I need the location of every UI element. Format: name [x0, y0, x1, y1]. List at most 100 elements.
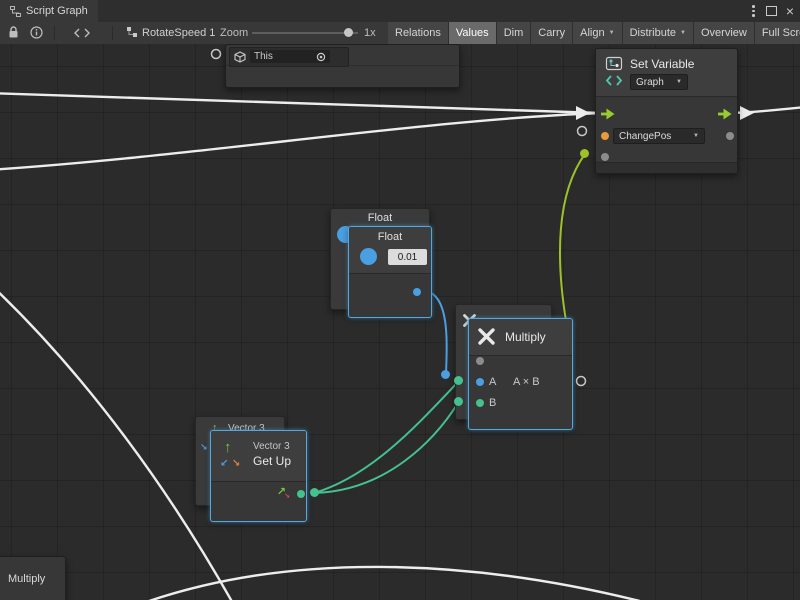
- align-dropdown-button[interactable]: Align ▼: [573, 22, 622, 44]
- unconnected-port[interactable]: [578, 127, 587, 136]
- edge-endpoint-dot[interactable]: [454, 397, 463, 406]
- values-label: Values: [456, 27, 489, 39]
- vector-edge-a[interactable]: [314, 382, 458, 493]
- input-port-a[interactable]: [476, 378, 484, 386]
- control-edge-out[interactable]: [728, 106, 800, 113]
- float-back-title: Float: [331, 209, 429, 227]
- input-port-b[interactable]: [476, 399, 484, 407]
- script-graph-window: Script Graph × RotateSpeed 1 Zoom: [0, 0, 800, 600]
- overview-button[interactable]: Overview: [694, 22, 755, 44]
- graph-breadcrumb[interactable]: RotateSpeed 1: [142, 27, 215, 39]
- this-node[interactable]: This: [225, 44, 460, 88]
- variable-name-value: ChangePos: [619, 131, 671, 142]
- flow-output-port[interactable]: [718, 108, 732, 120]
- flow-input-port[interactable]: [601, 108, 615, 120]
- variable-icon: [603, 56, 625, 88]
- multiply-corner-node[interactable]: Multiply: [0, 556, 66, 600]
- output-value-port[interactable]: [726, 132, 734, 140]
- kebab-menu-icon[interactable]: [750, 3, 757, 19]
- multiply-x-icon: [477, 327, 496, 346]
- unconnected-port[interactable]: [212, 50, 221, 59]
- control-edge-in-upper[interactable]: [0, 93, 600, 113]
- variable-value-edge[interactable]: [560, 154, 585, 321]
- carry-button[interactable]: Carry: [531, 22, 573, 44]
- variable-scope-dropdown[interactable]: Graph ▼: [630, 74, 688, 90]
- target-picker-icon[interactable]: [316, 52, 326, 62]
- this-value: This: [254, 51, 273, 62]
- get-up-text: Vector 3 Get Up: [253, 441, 291, 468]
- float-type-icon: [360, 248, 377, 265]
- port-a-label: A: [489, 376, 496, 388]
- chevron-down-icon: ▼: [693, 133, 699, 139]
- set-variable-node[interactable]: Set Variable Graph ▼ ChangePos ▼: [595, 48, 738, 174]
- chevron-down-icon: ▼: [609, 30, 615, 36]
- script-graph-icon: [10, 6, 21, 17]
- chevron-down-icon: ▼: [676, 79, 682, 85]
- float-value-field[interactable]: 0.01: [388, 249, 427, 265]
- code-view-icon[interactable]: [74, 28, 90, 38]
- input-value-port[interactable]: [601, 153, 609, 161]
- overview-label: Overview: [701, 27, 747, 39]
- input-port[interactable]: [476, 357, 484, 365]
- info-icon[interactable]: [30, 26, 43, 39]
- unconnected-port[interactable]: [577, 377, 586, 386]
- set-variable-title: Set Variable: [630, 57, 694, 71]
- port-b-label: B: [489, 397, 496, 409]
- toolbar-separator: [112, 26, 113, 40]
- multiply-node[interactable]: Multiply A A × B B: [468, 318, 573, 430]
- vector-output-port[interactable]: [297, 490, 305, 498]
- zoom-value: 1x: [364, 27, 376, 39]
- get-up-title: Get Up: [253, 454, 291, 468]
- edge-endpoint-dot[interactable]: [580, 149, 589, 158]
- control-edge-in-lower[interactable]: [0, 113, 600, 170]
- edge-endpoint-dot[interactable]: [454, 376, 463, 385]
- graph-canvas[interactable]: This Set Variable: [0, 44, 800, 600]
- close-icon[interactable]: ×: [786, 4, 794, 18]
- values-button[interactable]: Values: [449, 22, 497, 44]
- multiply-title: Multiply: [505, 319, 546, 355]
- full-screen-label: Full Screen: [762, 27, 800, 39]
- this-node-header: This: [229, 47, 349, 67]
- zoom-label: Zoom: [220, 27, 248, 39]
- edge-endpoint-dot[interactable]: [441, 370, 450, 379]
- white-edge-bottom[interactable]: [135, 567, 695, 600]
- toolbar-separator: [54, 26, 55, 40]
- zoom-slider-track[interactable]: [252, 32, 358, 34]
- tab-bar: Script Graph ×: [0, 0, 800, 22]
- port-result-label: A × B: [513, 376, 540, 388]
- distribute-dropdown-button[interactable]: Distribute▼: [623, 22, 694, 44]
- cube-icon: [234, 51, 246, 63]
- variable-name-dropdown[interactable]: ChangePos ▼: [613, 128, 705, 144]
- get-up-node[interactable]: ↑ ↙ ↘ Vector 3 Get Up ↗ ↘: [210, 430, 307, 522]
- float-output-port[interactable]: [413, 288, 421, 296]
- dim-label: Dim: [504, 27, 524, 39]
- variable-name-port[interactable]: [601, 132, 609, 140]
- tab-script-graph[interactable]: Script Graph: [0, 0, 98, 22]
- graph-breadcrumb-icon: [126, 26, 138, 38]
- window-controls: ×: [750, 0, 800, 22]
- edge-arrowhead-out: [740, 106, 754, 120]
- full-screen-button[interactable]: Full Screen: [755, 22, 800, 44]
- up-arrow-icon: ↑: [224, 440, 232, 455]
- graph-toolbar: RotateSpeed 1 Zoom 1x Relations Values D…: [0, 22, 800, 45]
- distribute-label: Distribute: [630, 27, 676, 39]
- float-title: Float: [349, 227, 431, 247]
- multiply-corner-title: Multiply: [8, 573, 45, 585]
- carry-label: Carry: [538, 27, 565, 39]
- tab-title: Script Graph: [26, 5, 88, 17]
- align-label: Align: [580, 27, 604, 39]
- down-right-arrow-icon: ↘: [232, 459, 240, 469]
- dim-button[interactable]: Dim: [497, 22, 532, 44]
- float-node[interactable]: Float 0.01: [348, 226, 432, 318]
- edge-endpoint-dot[interactable]: [310, 488, 319, 497]
- down-right-arrow-icon: ↘: [284, 493, 290, 500]
- down-left-arrow-icon: ↙: [220, 459, 228, 469]
- vector-edge-b[interactable]: [314, 403, 458, 493]
- relations-button[interactable]: Relations: [388, 22, 449, 44]
- zoom-slider-knob[interactable]: [344, 28, 353, 37]
- edge-arrowhead-in: [576, 106, 590, 120]
- relations-label: Relations: [395, 27, 441, 39]
- lock-icon[interactable]: [8, 26, 19, 39]
- maximize-icon[interactable]: [766, 6, 777, 16]
- this-object-field[interactable]: This: [250, 50, 330, 63]
